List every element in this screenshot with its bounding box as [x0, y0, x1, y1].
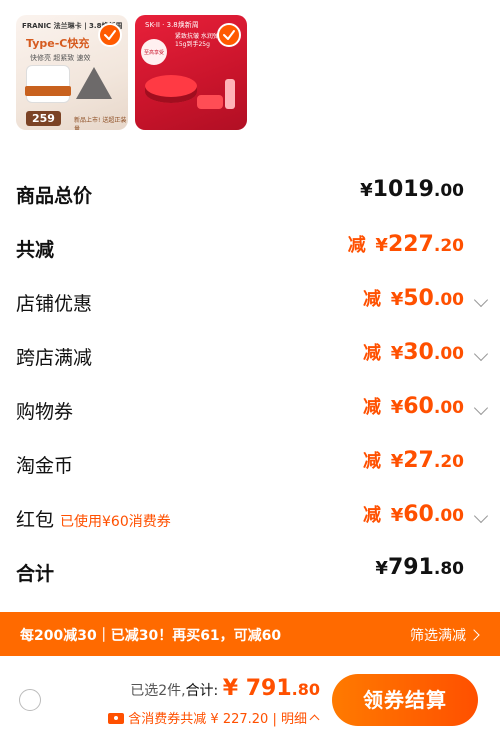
thumb-brand: SK-II · 3.8焕新周	[145, 21, 199, 29]
red-packet-note: 已使用¥60消费券	[60, 514, 171, 530]
total-price-row: 商品总价 ¥1019.00	[0, 173, 500, 213]
thumb-badge: 至高享受	[141, 39, 167, 65]
select-all-radio[interactable]	[19, 689, 41, 711]
total-price-value: ¥1019.00	[360, 177, 464, 202]
promo-bar[interactable]: 每200减30｜已减30！再买61，可减60 筛选满减	[0, 612, 500, 656]
checkout-button[interactable]: 领券结算	[332, 674, 478, 726]
separator: |	[272, 712, 277, 727]
chevron-down-icon[interactable]	[473, 292, 489, 308]
discount-label: 跨店满减	[16, 347, 93, 369]
total-price-label: 商品总价	[16, 185, 93, 207]
chevron-up-icon[interactable]	[309, 714, 320, 725]
bottle-image	[225, 79, 235, 109]
mask-image	[76, 67, 112, 99]
coupon-text: 含消费券共减 ¥ 227.20	[128, 712, 269, 727]
selected-check-icon[interactable]	[217, 23, 241, 47]
selected-check-icon[interactable]	[98, 23, 122, 47]
discount-value: 减 ¥27.20	[363, 448, 464, 473]
discount-label: 购物券	[16, 401, 74, 423]
discount-row-red-packet[interactable]: 红包 已使用¥60消费券 减 ¥60.00	[0, 497, 500, 537]
thumb-tag: 新品上市! 送超正装量	[74, 117, 127, 130]
chevron-right-icon[interactable]	[468, 629, 480, 641]
discount-total-label: 共减	[16, 239, 55, 261]
sum-label: 合计	[16, 563, 55, 585]
chevron-down-icon[interactable]	[473, 508, 489, 524]
promo-text: 每200减30｜已减30！再买61，可减60	[20, 628, 282, 644]
product-thumb-franic[interactable]: FRANIC 法兰琳卡 | 3.8焕新周 Type-C快充 快修亮 超紧致 速效…	[16, 15, 128, 130]
discount-value: 减 ¥60.00	[363, 502, 464, 527]
total-label: 合计:	[185, 683, 219, 699]
discount-total-value: 减 ¥227.20	[347, 232, 464, 257]
discount-row-cross-store[interactable]: 跨店满减 减 ¥30.00	[0, 335, 500, 375]
product-thumbnails: FRANIC 法兰琳卡 | 3.8焕新周 Type-C快充 快修亮 超紧致 速效…	[0, 0, 500, 150]
sum-row: 合计 ¥791.80	[0, 551, 500, 591]
thumb-price: 259	[26, 111, 61, 126]
selected-count: 已选2件,	[130, 683, 186, 699]
discount-row-taobao-coins: 淘金币 减 ¥27.20	[0, 443, 500, 483]
discount-label: 淘金币	[16, 455, 74, 477]
discount-value: 减 ¥50.00	[363, 286, 464, 311]
small-jar-image	[197, 95, 223, 109]
checkout-bar: 已选2件,合计: ¥ 791.80 含消费券共减 ¥ 227.20 | 明细 领…	[0, 656, 500, 731]
checkout-total: ¥ 791.80	[222, 676, 320, 701]
sum-value: ¥791.80	[375, 555, 464, 580]
cream-jar-image	[25, 65, 71, 103]
discount-label: 红包 已使用¥60消费券	[16, 509, 171, 531]
coupon-summary[interactable]: 含消费券共减 ¥ 227.20 | 明细	[108, 708, 320, 727]
thumb-subtitle: 快修亮 超紧致 速效	[30, 54, 91, 62]
product-thumb-skii[interactable]: SK-II · 3.8焕新周 至高享受 紧致抗皱 水润弹 至高买15g到手25g	[135, 15, 247, 130]
cream-jar-image	[145, 75, 197, 103]
chevron-down-icon[interactable]	[473, 346, 489, 362]
discount-label: 店铺优惠	[16, 293, 93, 315]
filter-discount-link[interactable]: 筛选满减	[410, 625, 466, 645]
selected-summary: 已选2件,合计: ¥ 791.80	[130, 676, 320, 701]
discount-total-row: 共减 减 ¥227.20	[0, 227, 500, 267]
thumb-title: Type-C快充	[26, 37, 90, 50]
discount-row-shopping-voucher[interactable]: 购物券 减 ¥60.00	[0, 389, 500, 429]
discount-value: 减 ¥30.00	[363, 340, 464, 365]
coupon-icon	[108, 713, 125, 724]
discount-row-store[interactable]: 店铺优惠 减 ¥50.00	[0, 281, 500, 321]
detail-link[interactable]: 明细	[281, 712, 307, 727]
discount-value: 减 ¥60.00	[363, 394, 464, 419]
chevron-down-icon[interactable]	[473, 400, 489, 416]
